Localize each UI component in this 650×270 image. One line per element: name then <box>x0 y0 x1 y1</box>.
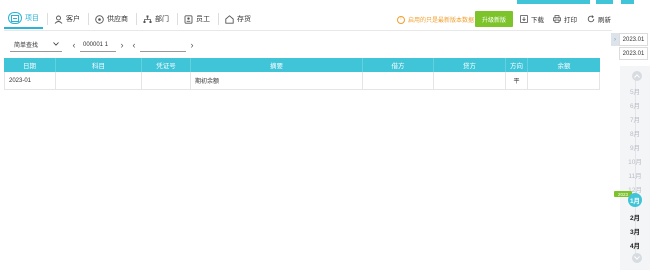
table-header: 日期 科目 凭证号 摘要 借方 贷方 方向 余额 <box>4 58 600 72</box>
version-notice: ! 启用的只是最新版本数据 <box>397 15 474 24</box>
tab-label: 存货 <box>237 16 251 23</box>
tab-project[interactable]: 项目 <box>4 9 43 29</box>
chevron-down-icon <box>53 41 59 48</box>
tab-inventory[interactable]: 存货 <box>221 9 255 29</box>
month-item[interactable]: 7月 <box>620 114 650 124</box>
month-item[interactable]: 9月 <box>620 142 650 152</box>
table-row[interactable]: 2023-01 期初余额 平 <box>4 72 600 90</box>
period-start[interactable]: 2023.01 <box>619 33 648 46</box>
download-icon <box>520 15 528 23</box>
tab-divider <box>177 13 178 25</box>
tab-label: 客户 <box>66 16 80 23</box>
column-header-credit[interactable]: 贷方 <box>434 58 506 72</box>
print-label: 打印 <box>564 17 577 24</box>
tab-department[interactable]: 部门 <box>139 9 173 29</box>
top-accent-bar <box>596 0 613 4</box>
column-header-debit[interactable]: 借方 <box>363 58 434 72</box>
month-item[interactable]: 6月 <box>620 100 650 110</box>
department-icon <box>143 15 152 24</box>
code-next-button[interactable]: › <box>116 40 128 50</box>
month-item[interactable]: 5月 <box>620 86 650 96</box>
search-mode-select[interactable]: 简单查找 <box>10 39 62 52</box>
search-mode-value: 简单查找 <box>14 43 39 49</box>
name-next-button[interactable]: › <box>186 40 198 50</box>
refresh-button[interactable]: 刷新 <box>587 14 611 24</box>
month-item[interactable]: 2月 <box>620 212 650 222</box>
column-header-summary[interactable]: 摘要 <box>191 58 363 72</box>
name-prev-button[interactable]: ‹ <box>128 40 140 50</box>
month-scroll-up-button[interactable] <box>632 71 642 81</box>
month-item-current[interactable]: 1月 <box>628 193 642 207</box>
tab-label: 项目 <box>25 15 39 22</box>
column-header-date[interactable]: 日期 <box>4 58 56 72</box>
cell-voucher <box>142 72 191 89</box>
column-header-balance[interactable]: 余额 <box>528 58 600 72</box>
customer-icon <box>54 15 63 24</box>
tab-divider <box>47 13 48 25</box>
tab-employee[interactable]: 员工 <box>180 9 214 29</box>
name-field[interactable] <box>140 39 186 52</box>
code-value: 000001 1 <box>83 41 109 48</box>
month-item[interactable]: 10月 <box>620 156 650 166</box>
top-accent-bar <box>517 0 590 4</box>
inventory-icon <box>225 14 234 24</box>
employee-icon <box>184 14 193 24</box>
print-icon <box>553 15 561 23</box>
month-item[interactable]: 4月 <box>620 240 650 250</box>
month-item[interactable]: 3月 <box>620 226 650 236</box>
month-scroll-down-button[interactable] <box>632 253 642 263</box>
tab-divider <box>218 13 219 25</box>
cell-debit <box>363 72 434 89</box>
month-item[interactable]: 11月 <box>620 170 650 180</box>
tab-bar-divider <box>4 30 612 31</box>
column-header-account[interactable]: 科目 <box>56 58 142 72</box>
refresh-label: 刷新 <box>598 17 611 24</box>
tab-customer[interactable]: 客户 <box>50 9 84 29</box>
project-icon <box>8 12 22 24</box>
month-item[interactable]: 8月 <box>620 128 650 138</box>
notice-text: 启用的只是最新版本数据 <box>408 18 475 24</box>
top-accent-bar <box>621 0 634 4</box>
cell-balance <box>528 72 600 89</box>
chevron-up-icon <box>634 74 640 78</box>
supplier-icon <box>95 14 104 24</box>
period-end[interactable]: 2023.01 <box>619 47 648 60</box>
column-header-voucher[interactable]: 凭证号 <box>142 58 191 72</box>
chevron-down-icon <box>634 256 640 260</box>
tab-label: 部门 <box>155 16 169 23</box>
tab-divider <box>88 13 89 25</box>
tab-label: 供应商 <box>107 16 128 23</box>
collapse-panel-button[interactable]: › <box>611 33 619 46</box>
download-label: 下载 <box>531 17 544 24</box>
cell-account <box>56 72 142 89</box>
upgrade-button[interactable]: 升级新版 <box>475 11 513 27</box>
ledger-table: 日期 科目 凭证号 摘要 借方 贷方 方向 余额 2023-01 期初余额 平 <box>4 58 600 90</box>
download-button[interactable]: 下载 <box>520 14 544 24</box>
code-field[interactable]: 000001 1 <box>80 39 116 52</box>
tab-label: 员工 <box>196 16 210 23</box>
cell-summary: 期初余额 <box>191 72 363 89</box>
tab-supplier[interactable]: 供应商 <box>91 9 132 29</box>
cell-date: 2023-01 <box>4 72 56 89</box>
column-header-direction[interactable]: 方向 <box>506 58 528 72</box>
refresh-icon <box>587 15 595 23</box>
print-button[interactable]: 打印 <box>553 14 577 24</box>
tab-divider <box>136 13 137 25</box>
cell-credit <box>434 72 506 89</box>
cell-direction: 平 <box>506 72 528 89</box>
filter-bar: 简单查找 ‹ 000001 1 › ‹ › <box>10 38 198 52</box>
code-prev-button[interactable]: ‹ <box>68 40 80 50</box>
warning-icon: ! <box>397 15 405 24</box>
